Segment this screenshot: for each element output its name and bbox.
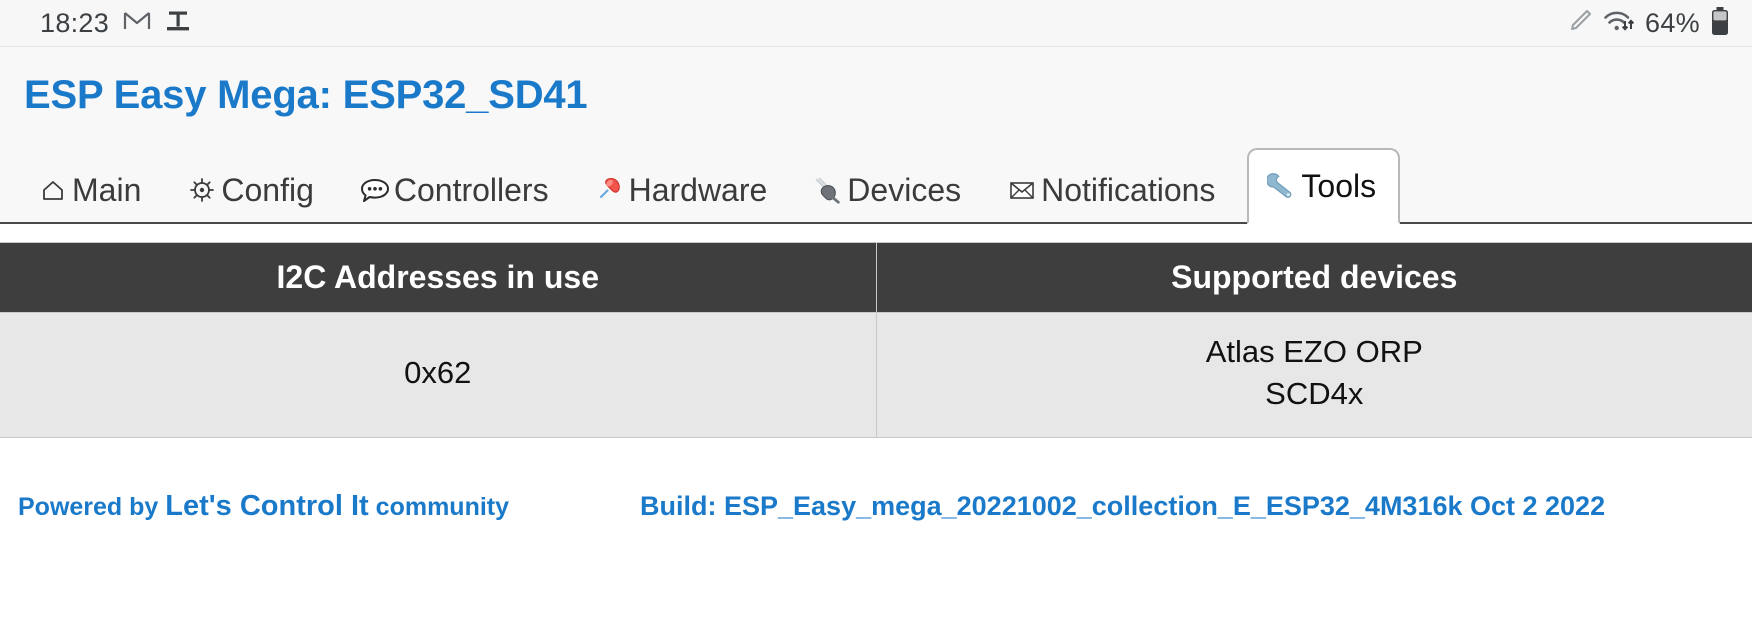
wrench-icon xyxy=(1267,171,1297,201)
page-footer: Powered by Let's Control It community Bu… xyxy=(0,438,1752,523)
battery-percent-label: 64% xyxy=(1645,7,1700,38)
table-head: I2C Addresses in use Supported devices xyxy=(0,242,1752,313)
tab-devices-label: Devices xyxy=(847,172,962,208)
tab-config[interactable]: Config xyxy=(173,162,328,222)
cell-supported-devices: Atlas EZO ORP SCD4x xyxy=(875,312,1752,438)
powered-by-text: Powered by Let's Control It community xyxy=(0,490,640,523)
column-header-i2c-addresses: I2C Addresses in use xyxy=(0,242,877,313)
tab-hardware[interactable]: Hardware xyxy=(581,162,782,222)
tab-devices[interactable]: Devices xyxy=(799,162,975,222)
table-row: 0x62 Atlas EZO ORP SCD4x xyxy=(0,312,1752,438)
column-header-supported-devices: Supported devices xyxy=(875,242,1752,313)
powered-by-suffix: community xyxy=(368,492,510,521)
tab-controllers[interactable]: Controllers xyxy=(346,162,563,222)
supported-device-item: Atlas EZO ORP xyxy=(1205,334,1423,369)
tab-main[interactable]: Main xyxy=(24,162,155,222)
table-body: 0x62 Atlas EZO ORP SCD4x xyxy=(0,312,1752,438)
page-title: ESP Easy Mega: ESP32_SD41 xyxy=(24,73,588,117)
supported-device-item: SCD4x xyxy=(1265,375,1364,411)
envelope-icon xyxy=(1007,175,1037,205)
android-status-bar: 18:23 64% xyxy=(0,0,1752,47)
tab-config-label: Config xyxy=(221,172,314,208)
i2c-scan-table: I2C Addresses in use Supported devices 0… xyxy=(0,242,1752,438)
cell-i2c-address: 0x62 xyxy=(0,312,877,438)
battery-icon xyxy=(1710,6,1730,41)
speech-bubble-icon xyxy=(360,175,390,205)
status-bar-left: 18:23 xyxy=(40,8,191,39)
status-bar-right: 64% xyxy=(1567,6,1730,41)
tab-notifications-label: Notifications xyxy=(1041,172,1216,208)
tab-hardware-label: Hardware xyxy=(628,172,768,208)
tab-tools-label: Tools xyxy=(1301,168,1377,204)
tab-main-label: Main xyxy=(72,172,142,208)
pencil-icon xyxy=(1567,8,1593,39)
plug-icon xyxy=(813,175,843,205)
tab-tools[interactable]: Tools xyxy=(1247,148,1401,224)
gmail-icon xyxy=(123,10,151,37)
pushpin-icon xyxy=(595,175,625,205)
build-info: Build: ESP_Easy_mega_20221002_collection… xyxy=(640,490,1606,521)
home-icon xyxy=(38,175,68,205)
lets-control-it-link[interactable]: Let's Control It xyxy=(165,490,368,522)
tab-navigation: Main Config Controllers Hardware Devices… xyxy=(0,132,1752,224)
status-clock: 18:23 xyxy=(40,7,110,38)
i2c-table-container: I2C Addresses in use Supported devices 0… xyxy=(0,224,1752,438)
wifi-transfer-icon xyxy=(1603,8,1635,39)
app-icon xyxy=(165,8,191,39)
page-title-bar: ESP Easy Mega: ESP32_SD41 xyxy=(0,47,1752,132)
gear-icon xyxy=(187,175,217,205)
esp-easy-page: ESP Easy Mega: ESP32_SD41 Main Config Co… xyxy=(0,47,1752,523)
powered-by-prefix: Powered by xyxy=(18,492,166,521)
tab-controllers-label: Controllers xyxy=(393,172,549,208)
tab-notifications[interactable]: Notifications xyxy=(993,162,1229,222)
table-header-row: I2C Addresses in use Supported devices xyxy=(0,242,1752,313)
